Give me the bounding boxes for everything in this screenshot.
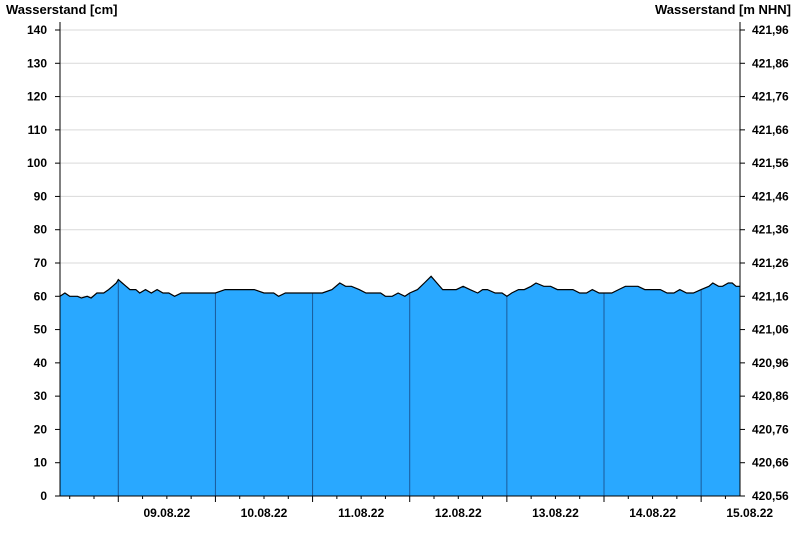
left-tick-label: 60 — [34, 289, 48, 303]
left-tick-label: 40 — [34, 356, 48, 370]
date-label: 14.08.22 — [629, 506, 676, 520]
right-tick-label: 420,96 — [752, 356, 789, 370]
right-axis-ticks: 420,56 420,66 420,76 420,86 420,96 421,06 421,… — [740, 23, 789, 503]
date-label: 10.08.22 — [241, 506, 288, 520]
left-tick-label: 120 — [27, 90, 47, 104]
left-tick-label: 0 — [40, 489, 47, 503]
right-axis-title: Wasserstand [m NHN] — [655, 2, 791, 17]
right-tick-label: 420,76 — [752, 422, 789, 436]
date-label: 13.08.22 — [532, 506, 579, 520]
right-tick-label: 421,56 — [752, 156, 789, 170]
left-tick-label: 140 — [27, 23, 47, 37]
right-tick-label: 421,26 — [752, 256, 789, 270]
left-axis-title: Wasserstand [cm] — [6, 2, 118, 17]
right-tick-label: 421,16 — [752, 289, 789, 303]
left-tick-label: 20 — [34, 422, 48, 436]
left-tick-label: 90 — [34, 189, 48, 203]
left-tick-label: 70 — [34, 256, 48, 270]
right-tick-label: 421,66 — [752, 123, 789, 137]
right-tick-label: 421,96 — [752, 23, 789, 37]
date-label: 12.08.22 — [435, 506, 482, 520]
left-tick-label: 80 — [34, 223, 48, 237]
x-axis-ticks: 09.08.22 10.08.22 11.08.22 12.08.22 13.08.22… — [69, 496, 773, 520]
right-tick-label: 421,06 — [752, 323, 789, 337]
right-tick-label: 421,86 — [752, 56, 789, 70]
left-tick-label: 110 — [28, 123, 48, 137]
left-tick-label: 10 — [34, 456, 48, 470]
right-tick-label: 420,56 — [752, 489, 789, 503]
water-level-chart: Wasserstand [cm] Wasserstand [m NHN] 0 10… — [6, 2, 791, 520]
date-label: 11.08.22 — [338, 506, 384, 520]
left-axis-ticks: 0 10 20 30 40 50 60 70 80 90 100 110 120 130 140 — [27, 23, 60, 503]
right-tick-label: 421,36 — [752, 223, 789, 237]
right-tick-label: 420,66 — [752, 456, 789, 470]
right-tick-label: 420,86 — [752, 389, 789, 403]
left-tick-label: 130 — [27, 56, 47, 70]
left-tick-label: 50 — [34, 323, 48, 337]
date-label: 15.08.22 — [726, 506, 773, 520]
left-tick-label: 100 — [27, 156, 47, 170]
right-tick-label: 421,76 — [752, 90, 789, 104]
left-tick-label: 30 — [34, 389, 48, 403]
water-level-area — [60, 276, 740, 496]
right-tick-label: 421,46 — [752, 189, 789, 203]
date-label: 09.08.22 — [143, 506, 190, 520]
